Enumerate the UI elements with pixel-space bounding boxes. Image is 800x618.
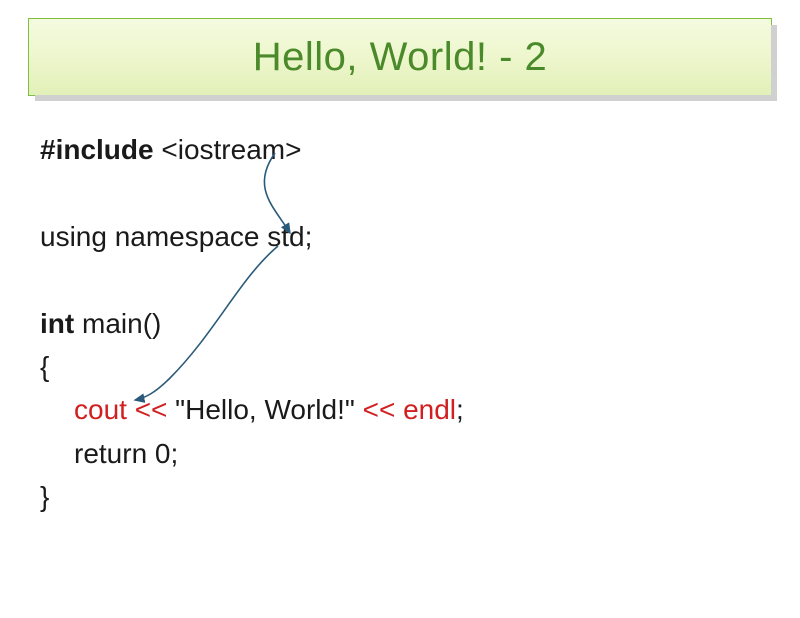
return-stmt: return 0; xyxy=(74,438,178,469)
slide-title: Hello, World! - 2 xyxy=(253,35,548,80)
code-line-brace-open: { xyxy=(40,345,760,388)
include-header: <iostream> xyxy=(154,134,302,165)
code-line-using: using namespace std; xyxy=(40,215,760,258)
code-line-brace-close: } xyxy=(40,475,760,518)
int-keyword: int xyxy=(40,308,74,339)
code-line-cout: cout << "Hello, World!" << endl; xyxy=(40,388,760,431)
semicolon: ; xyxy=(456,394,464,425)
include-keyword: #include xyxy=(40,134,154,165)
code-line-return: return 0; xyxy=(40,432,760,475)
hello-string: "Hello, World!" xyxy=(167,394,362,425)
cout-token: cout << xyxy=(74,394,167,425)
main-fn: main() xyxy=(74,308,161,339)
code-line-include: #include <iostream> xyxy=(40,128,760,171)
code-line-blank-2 xyxy=(40,258,760,301)
code-line-blank-1 xyxy=(40,171,760,214)
code-block: #include <iostream> using namespace std;… xyxy=(40,128,760,519)
endl-token: << endl xyxy=(363,394,456,425)
code-line-main: int main() xyxy=(40,302,760,345)
slide-title-box: Hello, World! - 2 xyxy=(28,18,772,96)
